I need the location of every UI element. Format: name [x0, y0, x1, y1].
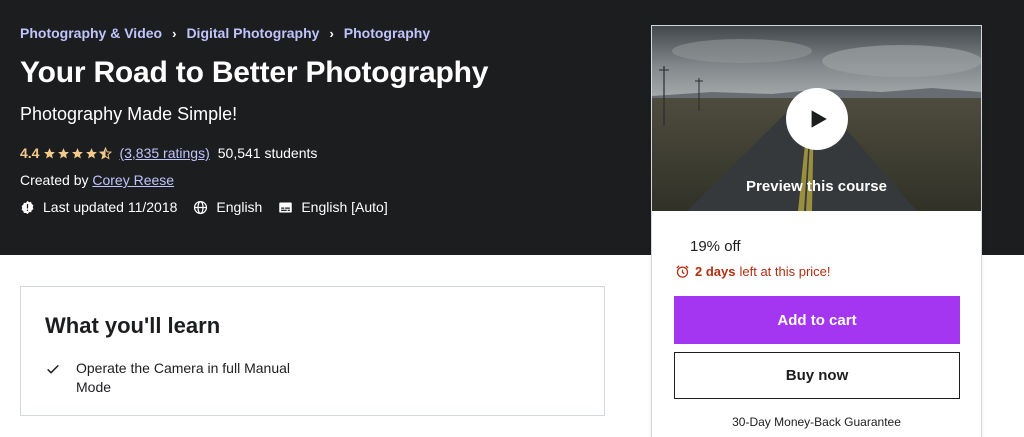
- course-meta-row: Last updated 11/2018 English English [Au…: [20, 199, 404, 215]
- language-text: English: [216, 199, 263, 215]
- captions-icon: [279, 202, 293, 212]
- ratings-count-link[interactable]: (3,835 ratings): [119, 145, 209, 161]
- created-by-row: Created by Corey Reese: [20, 172, 174, 188]
- rating-row: 4.4 (3,835 ratings) 50,541 students: [20, 145, 317, 161]
- add-to-cart-button[interactable]: Add to cart: [674, 296, 960, 344]
- money-back-guarantee: 30-Day Money-Back Guarantee: [732, 415, 901, 429]
- learn-item: Operate the Camera in full Manual Mode: [45, 359, 306, 397]
- star-icon: [58, 147, 70, 158]
- course-language: English: [193, 199, 262, 215]
- chevron-right-icon: ›: [329, 25, 334, 41]
- course-title: Your Road to Better Photography: [20, 56, 489, 89]
- preview-label: Preview this course: [746, 178, 887, 195]
- buy-now-button[interactable]: Buy now: [674, 352, 960, 399]
- play-button[interactable]: [786, 88, 848, 150]
- last-updated: Last updated 11/2018: [20, 199, 177, 215]
- alert-badge-icon: [21, 200, 34, 214]
- rating-value: 4.4: [20, 145, 40, 161]
- breadcrumb-item-category[interactable]: Photography & Video: [20, 25, 162, 41]
- breadcrumb-item-topic[interactable]: Photography: [344, 25, 430, 41]
- play-icon: [811, 110, 827, 128]
- course-preview[interactable]: Preview this course: [652, 26, 981, 211]
- purchase-sidebar: Preview this course 19% off 2 days left …: [651, 25, 982, 437]
- students-count: 50,541 students: [217, 145, 318, 161]
- rating-stars: [43, 146, 113, 160]
- price-timer: 2 days left at this price!: [675, 264, 831, 279]
- course-subtitle: Photography Made Simple!: [20, 104, 238, 124]
- discount-text: 19% off: [690, 238, 741, 255]
- timer-text: left at this price!: [739, 264, 831, 279]
- star-half-icon: [99, 146, 113, 160]
- what-you-learn-box: What you'll learn Operate the Camera in …: [20, 286, 605, 416]
- captions-text: English [Auto]: [301, 199, 388, 215]
- star-icon: [72, 147, 84, 158]
- created-by-label: Created by: [20, 172, 89, 188]
- learn-item-text: Operate the Camera in full Manual Mode: [76, 360, 290, 395]
- last-updated-text: Last updated 11/2018: [43, 199, 178, 215]
- what-you-learn-title: What you'll learn: [45, 313, 221, 338]
- alarm-clock-icon: [676, 265, 689, 278]
- check-icon: [47, 364, 59, 374]
- breadcrumb-item-subcategory[interactable]: Digital Photography: [186, 25, 319, 41]
- star-icon: [44, 147, 56, 158]
- timer-days: 2 days: [695, 264, 736, 279]
- chevron-right-icon: ›: [172, 25, 177, 41]
- globe-icon: [194, 200, 208, 214]
- breadcrumb: Photography & Video › Digital Photograph…: [20, 25, 430, 41]
- author-link[interactable]: Corey Reese: [92, 172, 174, 188]
- star-icon: [86, 147, 98, 158]
- course-captions: English [Auto]: [278, 199, 388, 215]
